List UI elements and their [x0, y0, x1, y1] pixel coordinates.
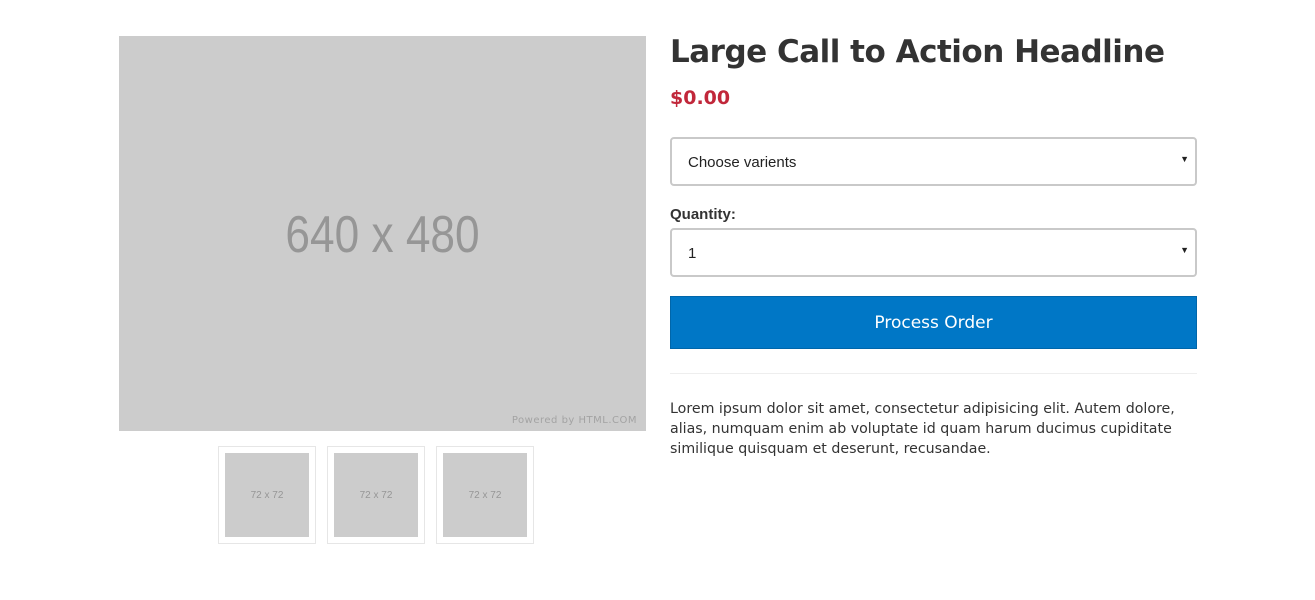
- thumbnail-1[interactable]: 72 x 72: [218, 446, 316, 544]
- quantity-select-value: 1: [688, 245, 697, 262]
- main-image-dimensions: 640 x 480: [285, 206, 480, 264]
- thumbnail-3[interactable]: 72 x 72: [436, 446, 534, 544]
- main-product-image: 640 x 480 Powered by HTML.COM: [119, 36, 646, 431]
- divider: [670, 373, 1197, 374]
- thumbnail-2[interactable]: 72 x 72: [327, 446, 425, 544]
- process-order-button[interactable]: Process Order: [670, 296, 1197, 349]
- product-description: Lorem ipsum dolor sit amet, consectetur …: [670, 401, 1175, 457]
- product-title: Large Call to Action Headline: [670, 34, 1165, 70]
- product-price: $0.00: [670, 87, 731, 109]
- product-details: Large Call to Action Headline $0.00 Choo…: [670, 30, 1197, 459]
- variant-select-value: Choose varients: [688, 154, 797, 171]
- thumbnail-list: 72 x 72 72 x 72 72 x 72: [218, 446, 534, 544]
- caret-down-icon: ▼: [1180, 154, 1189, 164]
- image-watermark: Powered by HTML.COM: [511, 415, 637, 426]
- thumbnail-image: 72 x 72: [443, 453, 527, 537]
- quantity-label: Quantity:: [670, 206, 736, 223]
- thumbnail-image: 72 x 72: [334, 453, 418, 537]
- variant-select[interactable]: Choose varients ▼: [670, 137, 1197, 186]
- product-gallery: 640 x 480 Powered by HTML.COM 72 x 72 72…: [119, 36, 646, 544]
- quantity-select[interactable]: 1 ▼: [670, 228, 1197, 277]
- caret-down-icon: ▼: [1180, 245, 1189, 255]
- thumbnail-image: 72 x 72: [225, 453, 309, 537]
